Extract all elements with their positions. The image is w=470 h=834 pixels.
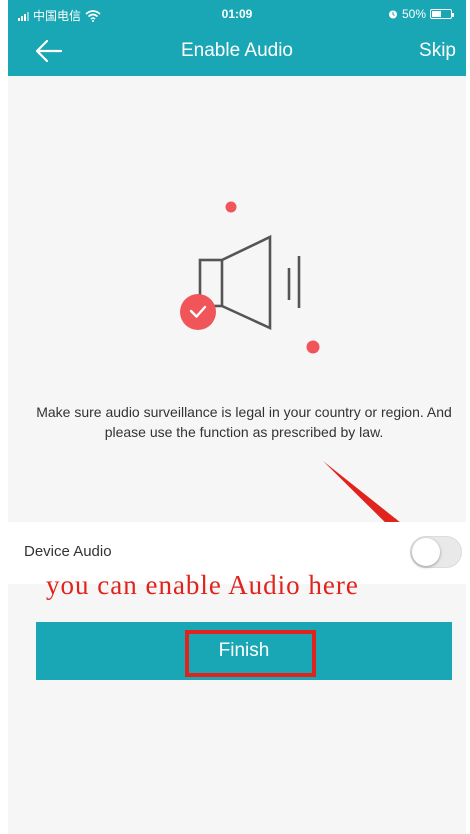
header: 中国电信 01:09 50% Enable Audio Skip [8,0,466,76]
annotation-highlight-box [185,630,316,677]
device-audio-label: Device Audio [24,543,112,560]
toggle-knob [412,538,440,566]
page-title: Enable Audio [181,40,293,61]
audio-illustration [180,201,320,354]
battery-fill [432,11,441,17]
annotation-text: you can enable Audio here [46,570,359,600]
check-badge-icon [180,294,216,330]
decor-dot-top [225,201,237,213]
skip-button[interactable]: Skip [419,40,456,62]
device-audio-toggle[interactable] [410,536,462,568]
legal-notice: Make sure audio surveillance is legal in… [36,404,452,440]
status-right: 50% [388,7,454,21]
battery-icon [430,9,454,19]
alarm-icon [388,10,397,19]
nav-bar: Enable Audio Skip [8,30,466,70]
app-screen: 中国电信 01:09 50% Enable Audio Skip Make su… [8,0,466,834]
status-bar: 中国电信 01:09 50% [8,0,466,26]
decor-dot-bottom [306,340,320,354]
battery-percent: 50% [401,7,426,21]
